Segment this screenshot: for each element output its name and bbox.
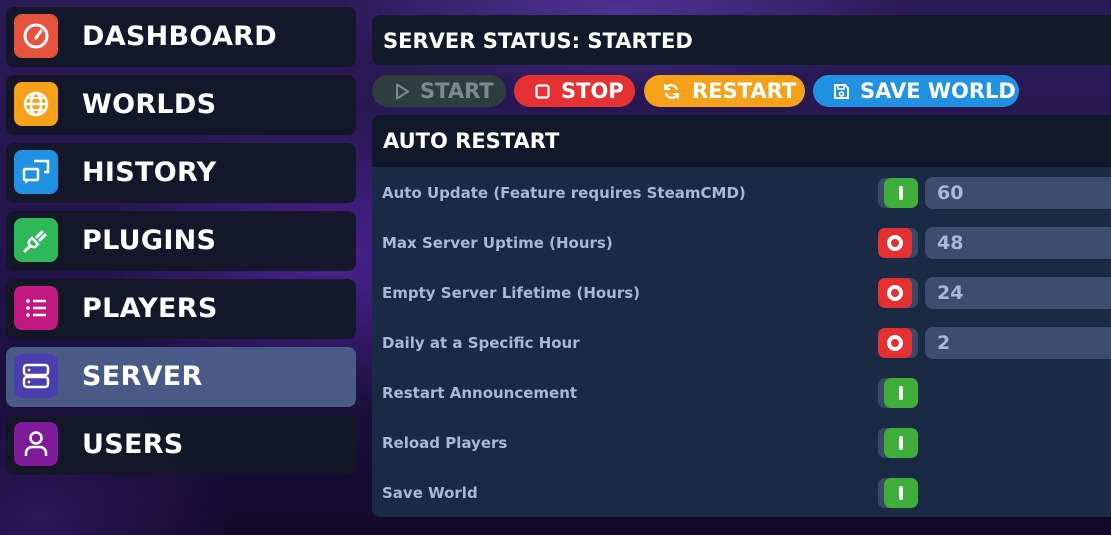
stop-label: STOP [561, 79, 624, 103]
setting-row-daily-hour: Daily at a Specific Hour 2 [372, 317, 1111, 367]
sidebar-item-label: USERS [82, 429, 184, 460]
sidebar-item-label: SERVER [82, 361, 203, 392]
setting-row-empty-lifetime: Empty Server Lifetime (Hours) 24 [372, 267, 1111, 317]
sidebar-item-label: PLUGINS [82, 225, 217, 256]
start-button[interactable]: START [372, 75, 506, 107]
start-label: START [420, 79, 494, 103]
empty-lifetime-toggle[interactable] [878, 278, 918, 308]
plug-icon [14, 218, 58, 262]
sidebar-item-dashboard[interactable]: DASHBOARD [6, 7, 356, 67]
stop-icon [535, 84, 550, 99]
setting-label: Restart Announcement [382, 384, 578, 402]
daily-hour-input[interactable]: 2 [925, 327, 1111, 359]
auto-restart-panel: AUTO RESTART Auto Update (Feature requir… [372, 115, 1111, 517]
sidebar-item-players[interactable]: PLAYERS [6, 279, 356, 339]
auto-update-toggle[interactable] [878, 178, 918, 208]
setting-row-auto-update: Auto Update (Feature requires SteamCMD) … [372, 167, 1111, 217]
sidebar-item-history[interactable]: HISTORY [6, 143, 356, 203]
save-world-label: SAVE WORLD [860, 79, 1016, 103]
max-uptime-toggle[interactable] [878, 228, 918, 258]
server-icon [14, 354, 58, 398]
chat-bubbles-icon [14, 150, 58, 194]
restart-announcement-toggle[interactable] [878, 378, 918, 408]
server-status-bar: SERVER STATUS: STARTED [372, 15, 1111, 65]
setting-row-save-world: Save World [372, 467, 1111, 517]
reload-players-toggle[interactable] [878, 428, 918, 458]
sidebar-item-label: PLAYERS [82, 293, 218, 324]
auto-update-input[interactable]: 60 [925, 177, 1111, 209]
panel-header: AUTO RESTART [372, 115, 1111, 167]
empty-lifetime-input[interactable]: 24 [925, 277, 1111, 309]
panel-title: AUTO RESTART [383, 129, 560, 153]
stop-button[interactable]: STOP [514, 75, 635, 107]
setting-row-max-uptime: Max Server Uptime (Hours) 48 [372, 217, 1111, 267]
globe-icon [14, 82, 58, 126]
setting-row-reload-players: Reload Players [372, 417, 1111, 467]
sidebar-item-users[interactable]: USERS [6, 415, 356, 475]
setting-label: Max Server Uptime (Hours) [382, 234, 613, 252]
refresh-icon [664, 84, 679, 99]
sidebar-item-label: WORLDS [82, 89, 217, 120]
sidebar-item-server[interactable]: SERVER [6, 347, 356, 407]
setting-label: Auto Update (Feature requires SteamCMD) [382, 184, 746, 202]
save-world-button[interactable]: SAVE WORLD [813, 75, 1019, 107]
server-status-text: SERVER STATUS: STARTED [383, 29, 693, 53]
sidebar-item-plugins[interactable]: PLUGINS [6, 211, 356, 271]
sidebar-item-label: DASHBOARD [82, 21, 277, 52]
sidebar-item-worlds[interactable]: WORLDS [6, 75, 356, 135]
play-icon [396, 83, 409, 100]
daily-hour-toggle[interactable] [878, 328, 918, 358]
setting-label: Reload Players [382, 434, 508, 452]
sidebar-item-label: HISTORY [82, 157, 217, 188]
save-icon [834, 84, 849, 99]
max-uptime-input[interactable]: 48 [925, 227, 1111, 259]
list-icon [14, 286, 58, 330]
setting-row-restart-announcement: Restart Announcement [372, 367, 1111, 417]
restart-label: RESTART [692, 79, 797, 103]
setting-label: Empty Server Lifetime (Hours) [382, 284, 641, 302]
save-world-toggle[interactable] [878, 478, 918, 508]
setting-label: Daily at a Specific Hour [382, 334, 580, 352]
setting-label: Save World [382, 484, 478, 502]
gauge-icon [14, 14, 58, 58]
restart-button[interactable]: RESTART [644, 75, 805, 107]
user-icon [14, 422, 58, 466]
